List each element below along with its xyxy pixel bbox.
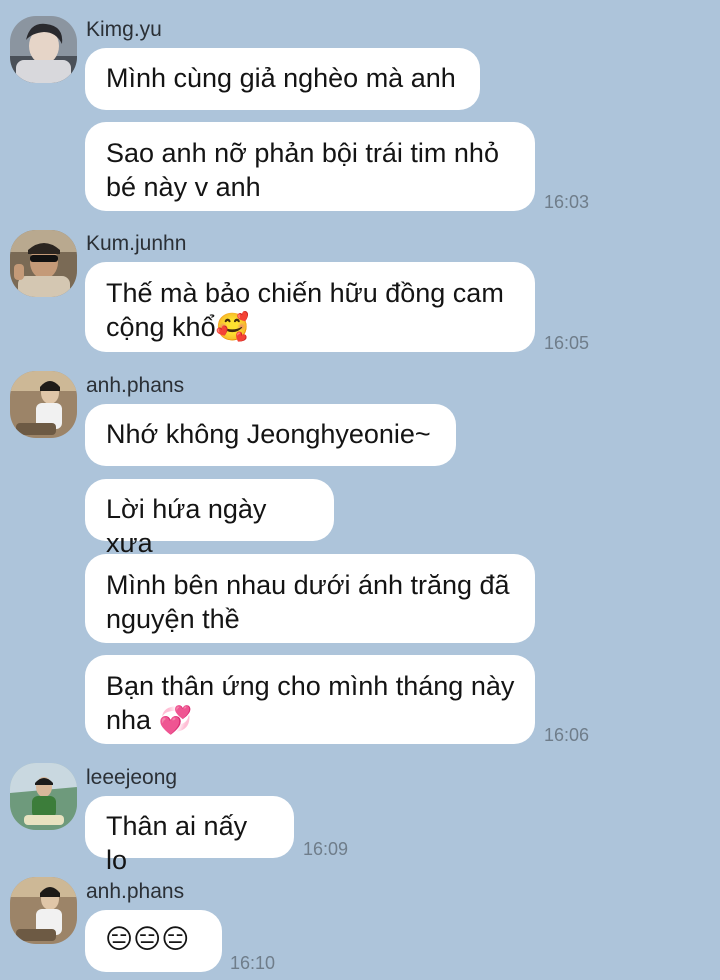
sender-name: anh.phans bbox=[86, 374, 185, 397]
profile-photo-avatar bbox=[10, 230, 77, 297]
message-bubble[interactable]: Sao anh nỡ phản bội trái tim nhỏ bé này … bbox=[85, 122, 535, 211]
message-bubble[interactable]: Lời hứa ngày xưa bbox=[85, 479, 334, 558]
sender-name: anh.phans bbox=[86, 880, 185, 903]
avatar[interactable] bbox=[10, 763, 77, 830]
profile-photo-avatar bbox=[10, 877, 77, 944]
profile-photo-avatar bbox=[10, 763, 77, 830]
avatar[interactable] bbox=[10, 230, 77, 297]
message-timestamp: 16:10 bbox=[230, 953, 276, 973]
message-bubble[interactable]: 😑😑😑 bbox=[85, 910, 222, 972]
avatar[interactable] bbox=[10, 16, 77, 83]
message-timestamp: 16:03 bbox=[544, 192, 590, 212]
message-timestamp: 16:09 bbox=[303, 839, 349, 859]
message-bubble[interactable]: Thế mà bảo chiến hữu đồng cam cộng khổ🥰 bbox=[85, 262, 535, 352]
sender-name: Kimg.yu bbox=[86, 18, 162, 41]
message-bubble[interactable]: Mình cùng giả nghèo mà anh bbox=[85, 48, 480, 110]
avatar[interactable] bbox=[10, 877, 77, 944]
message-timestamp: 16:06 bbox=[544, 725, 590, 745]
profile-photo-avatar bbox=[10, 16, 77, 83]
message-bubble[interactable]: Nhớ không Jeonghyeonie~ bbox=[85, 404, 456, 466]
message-bubble[interactable]: Thân ai nấy lo bbox=[85, 796, 294, 875]
sender-name: leeejeong bbox=[86, 766, 178, 789]
chat-message-list[interactable]: Kimg.yu Mình cùng giả nghèo mà anh Sao a… bbox=[0, 0, 720, 980]
message-timestamp: 16:05 bbox=[544, 333, 590, 353]
avatar[interactable] bbox=[10, 371, 77, 438]
sender-name: Kum.junhn bbox=[86, 232, 187, 255]
profile-photo-avatar bbox=[10, 371, 77, 438]
message-bubble[interactable]: Bạn thân ứng cho mình tháng này nha 💞 bbox=[85, 655, 535, 744]
message-bubble[interactable]: Mình bên nhau dưới ánh trăng đã nguyện t… bbox=[85, 554, 535, 643]
